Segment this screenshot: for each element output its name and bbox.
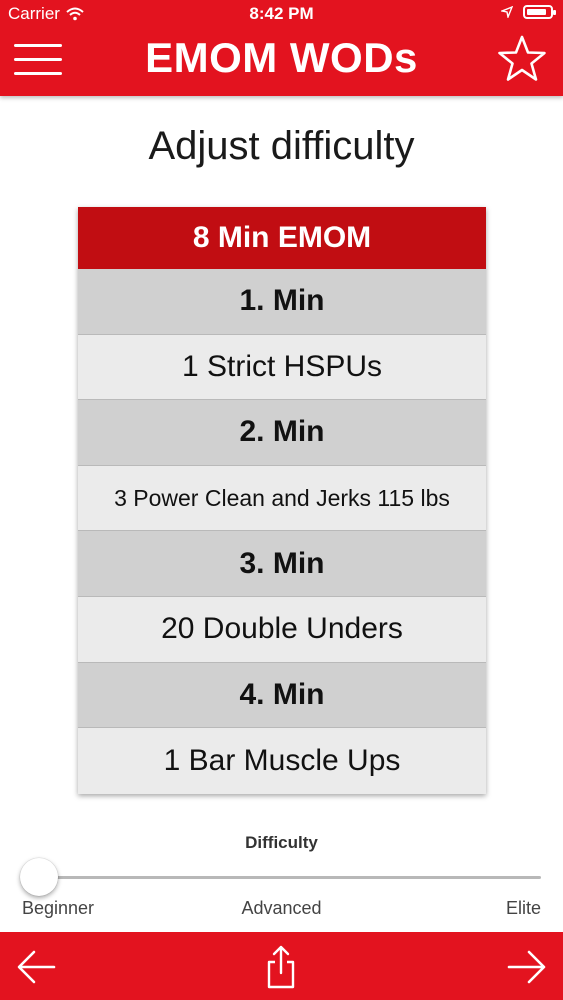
status-bar: Carrier 8:42 PM	[0, 0, 563, 28]
arrow-right-icon[interactable]	[501, 942, 551, 992]
page-heading: Adjust difficulty	[148, 124, 415, 168]
difficulty-slider-track[interactable]	[38, 876, 541, 879]
minute-row: 3. Min	[78, 531, 486, 597]
battery-level	[527, 9, 546, 15]
minute-row: 4. Min	[78, 662, 486, 729]
exercise-row: 20 Double Unders	[78, 596, 486, 663]
exercise-row: 1 Bar Muscle Ups	[78, 728, 486, 794]
workout-title: 8 Min EMOM	[78, 207, 486, 269]
star-icon[interactable]	[497, 34, 547, 84]
battery-icon	[523, 5, 556, 19]
share-icon[interactable]	[256, 942, 306, 992]
workout-card: 8 Min EMOM 1. Min 1 Strict HSPUs 2. Min …	[78, 207, 486, 794]
app-title: EMOM WODs	[145, 34, 418, 81]
status-time: 8:42 PM	[249, 4, 314, 23]
minute-row: 2. Min	[78, 400, 486, 466]
difficulty-label: Difficulty	[245, 833, 318, 852]
difficulty-slider-thumb[interactable]	[20, 858, 58, 896]
exercise-row: 1 Strict HSPUs	[78, 334, 486, 401]
status-right	[501, 5, 556, 19]
exercise-row: 3 Power Clean and Jerks 115 lbs	[78, 465, 486, 532]
difficulty-level-advanced: Advanced	[241, 898, 322, 918]
top-navigation-bar: Carrier 8:42 PM EMOM WODs	[0, 0, 563, 96]
arrow-left-icon[interactable]	[12, 942, 62, 992]
difficulty-level-elite: Elite	[505, 898, 541, 918]
minute-row: 1. Min	[78, 269, 486, 335]
bottom-toolbar	[0, 932, 563, 1000]
location-arrow-icon	[501, 6, 513, 18]
